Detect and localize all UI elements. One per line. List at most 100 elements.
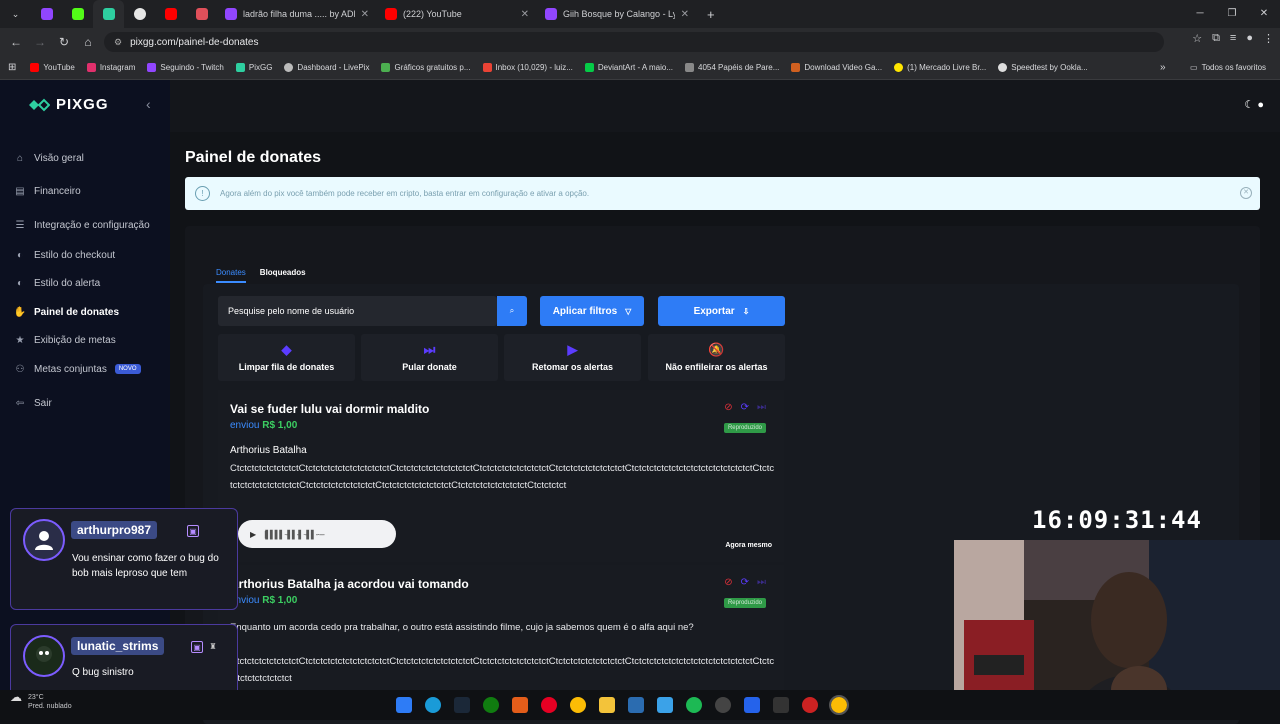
tab-pixgg-active[interactable] [93, 0, 124, 28]
search-button[interactable]: ⌕ [497, 296, 527, 326]
back-icon[interactable]: ← [4, 35, 28, 49]
block-icon[interactable]: ⊘ [724, 402, 732, 413]
forward-icon[interactable]: → [28, 35, 52, 49]
notepad-icon[interactable] [657, 697, 673, 713]
bookmark-label: YouTube [43, 63, 75, 72]
replay-icon[interactable]: ⟳ [741, 402, 749, 413]
app-icon[interactable] [802, 697, 818, 713]
cloud-icon: ☁ [10, 690, 22, 704]
bookmark-label: Dashboard - LivePix [297, 63, 370, 72]
tab-twitch[interactable] [31, 0, 62, 28]
export-button[interactable]: Exportar ⇩ [658, 296, 785, 326]
bookmark-livepix[interactable]: Dashboard - LivePix [284, 63, 369, 72]
pinterest-icon[interactable] [541, 697, 557, 713]
stream-clock: 16:09:31:44 [1032, 506, 1202, 534]
maximize-icon[interactable]: ❐ [1216, 0, 1248, 28]
close-icon[interactable]: ✕ [361, 9, 369, 20]
info-notice: ! Agora além do pix você também pode rec… [185, 177, 1260, 210]
apply-filters-button[interactable]: Aplicar filtros ▽ [540, 296, 644, 326]
folder-icon[interactable] [599, 697, 615, 713]
chrome-icon[interactable] [570, 697, 586, 713]
bookmark-speedtest[interactable]: Speedtest by Ookla... [998, 63, 1088, 72]
skip-icon[interactable]: ⏭ [757, 577, 766, 588]
site-info-icon[interactable]: ⚙ [114, 37, 122, 48]
edge-icon[interactable] [425, 697, 441, 713]
obs-icon[interactable] [715, 697, 731, 713]
url-field[interactable]: ⚙ pixgg.com/painel-de-donates [104, 32, 1164, 52]
tab-generic[interactable] [124, 0, 155, 28]
tab-1[interactable]: ladrão filha duma ..... by ADRYA ✕ [217, 0, 377, 28]
tab-bloqueados[interactable]: Bloqueados [260, 264, 306, 283]
sidebar-item-financeiro[interactable]: ▤ Financeiro [14, 185, 80, 197]
app-icon[interactable] [773, 697, 789, 713]
app-icon[interactable] [512, 697, 528, 713]
bookmark-graficos[interactable]: Gráficos gratuitos p... [381, 63, 471, 72]
sidebar-item-exibicao-metas[interactable]: ★ Exibição de metas [14, 334, 116, 346]
reload-icon[interactable]: ↻ [52, 35, 76, 49]
bookmark-gmail[interactable]: Inbox (10,029) - luiz... [482, 63, 573, 72]
bookmark-twitch[interactable]: Seguindo - Twitch [147, 63, 224, 72]
bookmark-pixgg[interactable]: PixGG [235, 63, 272, 72]
home-icon[interactable]: ⌂ [76, 35, 100, 49]
logout-icon: ⇦ [15, 397, 25, 409]
sidebar-item-integracao[interactable]: ☰ Integração e configuração [14, 219, 150, 231]
collapse-sidebar-icon[interactable]: ‹ [146, 96, 151, 112]
donation-sent: enviou R$ 1,00 [230, 420, 297, 431]
close-notice-icon[interactable]: ✕ [1240, 187, 1252, 199]
windows-start-icon[interactable] [396, 697, 412, 713]
tab-youtube-mini[interactable] [155, 0, 186, 28]
bookmark-mercadolivre[interactable]: (1) Mercado Livre Br... [894, 63, 986, 72]
bookmark-youtube[interactable]: YouTube [30, 63, 75, 72]
close-icon[interactable]: ✕ [521, 9, 529, 20]
sidebar-item-painel-donates[interactable]: ✋ Painel de donates [14, 306, 119, 318]
skip-donate-button[interactable]: ⏭ Pular donate [361, 334, 498, 381]
chevron-right-icon[interactable]: » [1160, 62, 1166, 73]
tab-2[interactable]: (222) YouTube ✕ [377, 0, 537, 28]
close-window-icon[interactable]: ✕ [1248, 0, 1280, 28]
skip-icon[interactable]: ⏭ [757, 402, 766, 413]
replay-icon[interactable]: ⟳ [741, 577, 749, 588]
new-tab-button[interactable]: + [707, 7, 715, 22]
clear-queue-button[interactable]: ◆ Limpar fila de donates [218, 334, 355, 381]
weather-widget[interactable]: ☁ 23°C Pred. nublado [10, 690, 72, 711]
xbox-icon[interactable] [483, 697, 499, 713]
audio-player[interactable]: ▶ |▌▌▌▌·‑▌▌‑▌·‑▌▌‑·‑‑‑ [238, 520, 396, 548]
bookmark-papeis[interactable]: 4054 Papéis de Pare... [685, 63, 779, 72]
bookmark-download-video[interactable]: Download Video Ga... [791, 63, 882, 72]
tab-app[interactable] [186, 0, 217, 28]
tab-menu-button[interactable]: ⌄ [0, 0, 31, 28]
star-icon[interactable]: ☆ [1192, 32, 1202, 45]
bookmark-label: 4054 Papéis de Pare... [698, 63, 780, 72]
resume-alerts-button[interactable]: ▶ Retomar os alertas [504, 334, 641, 381]
tab-3[interactable]: Giih Bosque by Calango - Lyrics ✕ [537, 0, 697, 28]
play-icon[interactable]: ▶ [250, 530, 256, 539]
app-icon[interactable] [628, 697, 644, 713]
sidebar-item-estilo-alerta[interactable]: ◐ Estilo do alerta [14, 277, 100, 289]
minimize-icon[interactable]: ─ [1184, 0, 1216, 28]
search-input[interactable]: Pesquise pelo nome de usuário [218, 296, 497, 326]
block-icon[interactable]: ⊘ [724, 577, 732, 588]
bookmark-label: Instagram [99, 63, 136, 72]
sidebar-item-sair[interactable]: ⇦ Sair [14, 397, 52, 409]
menu-icon[interactable]: ⋮ [1263, 32, 1274, 45]
theme-toggle[interactable]: ☾ ● [1244, 98, 1264, 111]
spotify-icon[interactable] [686, 697, 702, 713]
sidebar-item-metas-conjuntas[interactable]: ⚇ Metas conjuntas NOVO [14, 363, 141, 375]
bookmark-deviantart[interactable]: DeviantArt - A maio... [584, 63, 673, 72]
no-queue-alerts-button[interactable]: 🔕 Não enfileirar os alertas [648, 334, 785, 381]
chrome-icon[interactable] [829, 695, 849, 715]
steam-icon[interactable] [454, 697, 470, 713]
sidebar-item-estilo-checkout[interactable]: ◐ Estilo do checkout [14, 249, 115, 261]
app-icon[interactable] [744, 697, 760, 713]
media-icon[interactable]: ≡ [1230, 32, 1236, 45]
apps-icon[interactable]: ⊞ [8, 62, 16, 73]
sidebar-item-visao-geral[interactable]: ⌂ Visão geral [14, 152, 84, 164]
profile-icon[interactable]: ● [1246, 32, 1253, 45]
logo[interactable]: PIXGG [28, 96, 109, 113]
tab-donates[interactable]: Donates [216, 264, 246, 283]
tab-kick[interactable] [62, 0, 93, 28]
extensions-icon[interactable]: ⧉ [1212, 32, 1220, 45]
close-icon[interactable]: ✕ [681, 9, 689, 20]
all-bookmarks[interactable]: ▭ Todos os favoritos [1190, 63, 1266, 72]
bookmark-instagram[interactable]: Instagram [86, 63, 136, 72]
